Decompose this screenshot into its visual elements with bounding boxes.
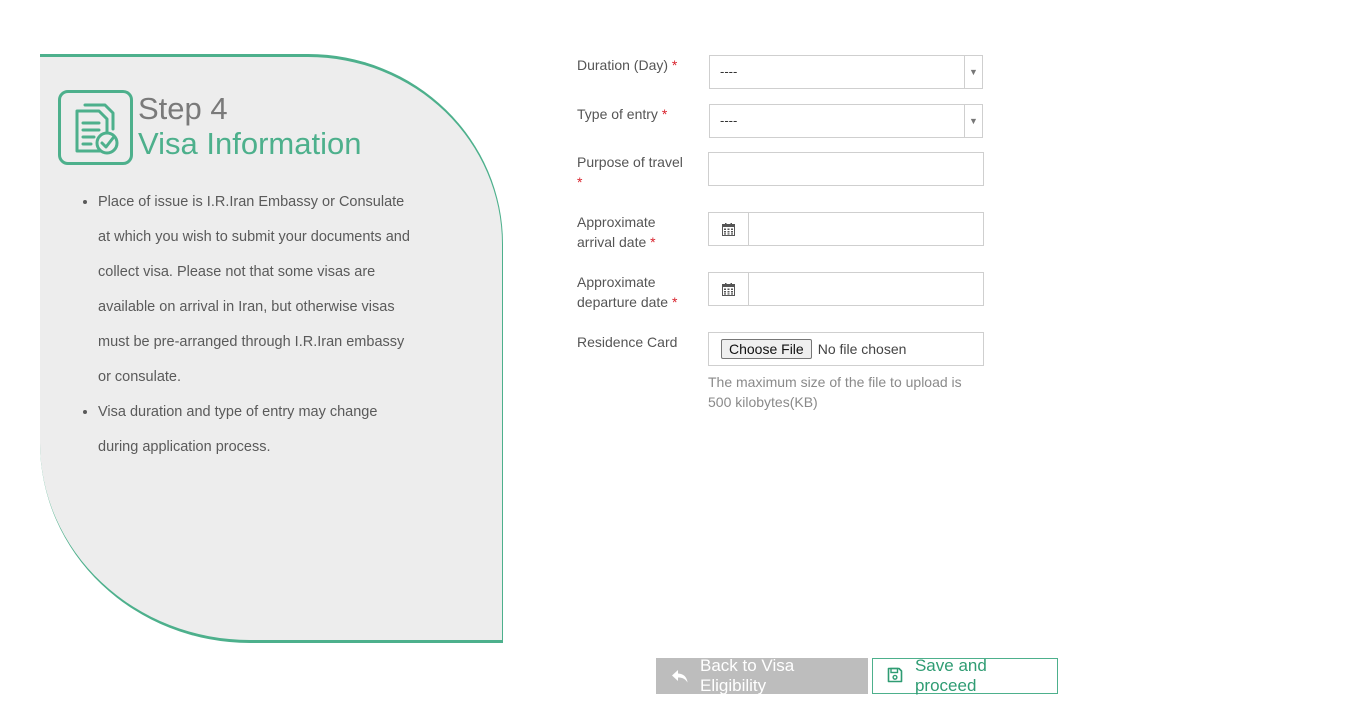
- required-marker: *: [671, 294, 678, 310]
- step-title: Visa Information: [138, 126, 362, 161]
- departure-date-input[interactable]: [749, 272, 984, 306]
- purpose-label: Purpose of travel *: [577, 154, 683, 190]
- required-marker: *: [671, 57, 678, 73]
- file-status: No file chosen: [817, 341, 907, 357]
- document-check-icon: [58, 90, 133, 165]
- required-marker: *: [661, 106, 668, 122]
- info-bullet: Visa duration and type of entry may chan…: [98, 395, 420, 465]
- duration-select-value: ----: [720, 64, 738, 79]
- choose-file-button[interactable]: Choose File: [721, 339, 812, 359]
- arrival-label: Approximate arrival date *: [577, 214, 656, 250]
- entry-type-select[interactable]: ---- ▼: [709, 104, 983, 138]
- purpose-input[interactable]: [708, 152, 984, 186]
- step-header: Step 4 Visa Information: [58, 90, 361, 165]
- required-marker: *: [650, 234, 656, 250]
- calendar-icon[interactable]: [708, 212, 749, 246]
- file-size-hint: The maximum size of the file to upload i…: [708, 374, 962, 410]
- reply-icon: [671, 667, 689, 685]
- info-list: Place of issue is I.R.Iran Embassy or Co…: [80, 185, 420, 465]
- dropdown-arrow-icon[interactable]: ▼: [964, 105, 982, 137]
- calendar-icon[interactable]: [708, 272, 749, 306]
- duration-label: Duration (Day) *: [577, 57, 678, 73]
- residence-card-file-input: Choose File No file chosen: [708, 332, 984, 366]
- arrival-date-picker: [708, 212, 984, 246]
- required-marker: *: [577, 174, 583, 190]
- back-button[interactable]: Back to Visa Eligibility: [656, 656, 868, 695]
- save-button[interactable]: Save and proceed: [872, 656, 1058, 695]
- departure-date-picker: [708, 272, 984, 306]
- back-button-label: Back to Visa Eligibility: [700, 656, 795, 695]
- departure-label: Approximate departure date *: [577, 274, 678, 310]
- entry-type-select-value: ----: [720, 113, 738, 128]
- residence-card-label: Residence Card: [577, 334, 678, 350]
- duration-select[interactable]: ---- ▼: [709, 55, 983, 89]
- dropdown-arrow-icon[interactable]: ▼: [964, 56, 982, 88]
- arrival-date-input[interactable]: [749, 212, 984, 246]
- step-number: Step 4: [138, 91, 228, 126]
- save-button-label: Save and proceed: [914, 656, 987, 695]
- info-bullet: Place of issue is I.R.Iran Embassy or Co…: [98, 185, 420, 395]
- floppy-disk-icon: [887, 667, 904, 685]
- entry-type-label: Type of entry *: [577, 106, 668, 122]
